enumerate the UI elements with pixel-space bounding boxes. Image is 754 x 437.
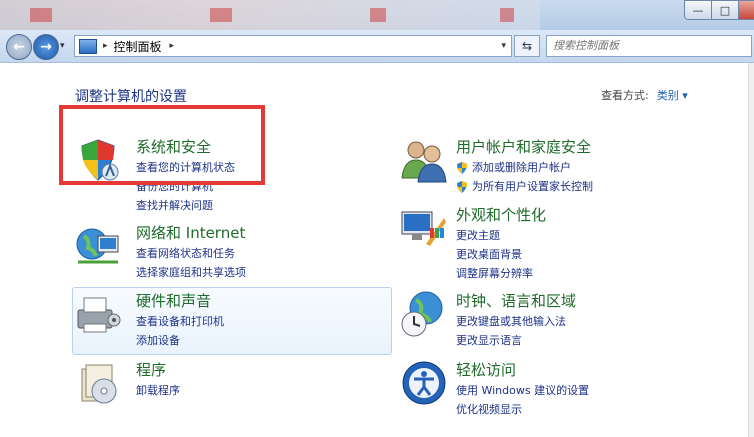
link-view-network-status[interactable]: 查看网络状态和任务 bbox=[136, 244, 246, 263]
printer-icon bbox=[77, 297, 121, 333]
monitor-palette-icon bbox=[401, 211, 446, 246]
background-blur-block bbox=[500, 8, 514, 22]
link-homegroup-sharing[interactable]: 选择家庭组和共享选项 bbox=[136, 263, 246, 282]
link-change-desktop-background[interactable]: 更改桌面背景 bbox=[456, 245, 533, 264]
link-change-keyboard-input[interactable]: 更改键盘或其他输入法 bbox=[456, 312, 566, 331]
link-adjust-resolution[interactable]: 调整屏幕分辨率 bbox=[456, 264, 533, 283]
breadcrumb-separator-icon[interactable]: ▸ bbox=[103, 41, 108, 51]
background-blur-block bbox=[210, 8, 232, 22]
category-title[interactable]: 网络和 Internet bbox=[136, 222, 245, 243]
minimize-icon: — bbox=[692, 3, 704, 17]
category-title[interactable]: 轻松访问 bbox=[456, 359, 516, 380]
programs-disc-icon bbox=[81, 364, 117, 404]
link-troubleshoot[interactable]: 查找并解决问题 bbox=[136, 196, 235, 215]
forward-button[interactable]: → bbox=[33, 34, 59, 60]
background-blur-block bbox=[30, 8, 52, 22]
users-icon bbox=[401, 141, 447, 183]
address-bar[interactable]: ▸ 控制面板 ▸ ▾ bbox=[74, 35, 512, 57]
window-right-edge bbox=[748, 63, 754, 437]
view-by-label: 查看方式: bbox=[601, 89, 649, 102]
link-add-device[interactable]: 添加设备 bbox=[136, 331, 224, 350]
forward-arrow-icon: → bbox=[40, 39, 52, 55]
breadcrumb-arrow-icon[interactable]: ▸ bbox=[170, 41, 175, 51]
maximize-button[interactable]: □ bbox=[711, 0, 739, 20]
back-arrow-icon: ← bbox=[13, 39, 25, 55]
refresh-icon: ⇆ bbox=[521, 39, 533, 53]
link-optimize-visual-display[interactable]: 优化视频显示 bbox=[456, 400, 589, 419]
control-panel-content: 调整计算机的设置 查看方式: 类别 ▾ 系统和安全 查看您的计算机状态 备份您的计… bbox=[0, 63, 754, 437]
link-recommended-settings[interactable]: 使用 Windows 建议的设置 bbox=[456, 381, 589, 400]
view-by-dropdown[interactable]: 类别 ▾ bbox=[657, 89, 688, 102]
view-by: 查看方式: 类别 ▾ bbox=[601, 87, 688, 103]
link-add-remove-accounts[interactable]: 添加或删除用户帐户 bbox=[456, 158, 593, 177]
link-devices-printers[interactable]: 查看设备和打印机 bbox=[136, 312, 224, 331]
maximize-icon: □ bbox=[719, 3, 731, 17]
category-title[interactable]: 外观和个性化 bbox=[456, 204, 546, 225]
uac-shield-icon bbox=[457, 180, 467, 193]
ease-of-access-icon bbox=[402, 361, 446, 405]
title-bar: — □ bbox=[0, 0, 754, 30]
category-title[interactable]: 用户帐户和家庭安全 bbox=[456, 136, 591, 157]
link-parental-controls[interactable]: 为所有用户设置家长控制 bbox=[456, 177, 593, 196]
category-title[interactable]: 程序 bbox=[136, 359, 166, 380]
title-bar-background bbox=[0, 0, 540, 30]
background-blur-block bbox=[370, 8, 386, 22]
search-input[interactable] bbox=[547, 36, 749, 54]
refresh-button[interactable]: ⇆ bbox=[514, 35, 540, 57]
minimize-button[interactable]: — bbox=[684, 0, 712, 20]
back-button[interactable]: ← bbox=[6, 34, 32, 60]
navigation-bar: ← → ▾ ▸ 控制面板 ▸ ▾ ⇆ bbox=[0, 30, 754, 63]
clock-globe-icon bbox=[401, 291, 443, 337]
recent-pages-dropdown-icon[interactable]: ▾ bbox=[60, 41, 65, 51]
breadcrumb-control-panel[interactable]: 控制面板 bbox=[114, 38, 162, 55]
network-globe-icon bbox=[76, 228, 119, 264]
link-uninstall-program[interactable]: 卸载程序 bbox=[136, 381, 180, 400]
control-panel-icon bbox=[79, 38, 97, 54]
category-title[interactable]: 硬件和声音 bbox=[136, 290, 211, 311]
link-change-theme[interactable]: 更改主题 bbox=[456, 226, 533, 245]
address-dropdown-icon[interactable]: ▾ bbox=[501, 41, 506, 51]
page-title: 调整计算机的设置 bbox=[75, 89, 187, 105]
category-title[interactable]: 时钟、语言和区域 bbox=[456, 290, 576, 311]
link-change-display-language[interactable]: 更改显示语言 bbox=[456, 331, 566, 350]
search-box[interactable] bbox=[546, 35, 752, 57]
close-button[interactable] bbox=[738, 0, 754, 20]
highlight-annotation-box bbox=[59, 105, 265, 185]
uac-shield-icon bbox=[457, 161, 467, 174]
